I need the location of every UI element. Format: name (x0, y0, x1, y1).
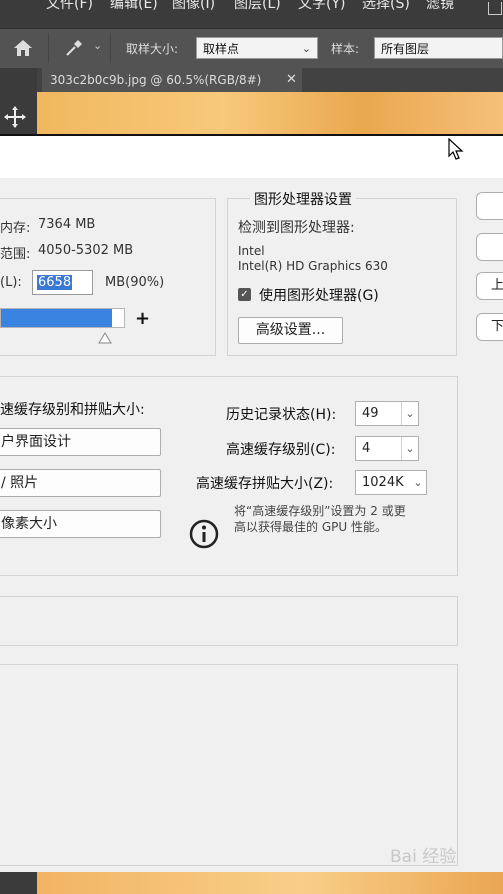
use-gpu-checkbox[interactable]: ✓ (238, 288, 251, 301)
info-icon (189, 519, 219, 549)
cache-levels-label: 高速缓存级别(C): (226, 442, 336, 458)
use-gpu-label: 使用图形处理器(G) (259, 288, 379, 304)
document-tab-label: 303c2b0c9b.jpg @ 60.5%(RGB/8#) (50, 73, 262, 87)
cache-tile-size-label: 高速缓存拼贴大小(Z): (196, 476, 334, 492)
divider (48, 33, 49, 63)
slider-thumb[interactable] (98, 332, 112, 344)
cache-preset-label: 速缓存级别和拼贴大小: (0, 402, 145, 418)
sample-select[interactable]: 所有图层 (374, 37, 503, 59)
mouse-cursor-icon (448, 138, 464, 160)
gpu-model: Intel(R) HD Graphics 630 (238, 259, 388, 273)
cache-tile-size-select[interactable]: 1024K ⌄ (355, 470, 427, 495)
watermark-logo: Bai 经验 (390, 847, 457, 867)
move-tool-icon[interactable] (4, 106, 26, 128)
ok-button[interactable] (476, 192, 503, 220)
memory-unit-label: MB(90%) (105, 275, 165, 290)
menu-layer[interactable]: 图层(L) (234, 0, 281, 13)
let-use-label: (L): (0, 275, 22, 290)
cache-levels-value: 4 (362, 441, 371, 456)
gpu-settings-title: 图形处理器设置 (250, 189, 356, 209)
chevron-down-icon[interactable]: ⌄ (93, 39, 102, 52)
advanced-settings-button[interactable]: 高级设置... (238, 317, 343, 344)
ideal-range-value: 4050-5302 MB (38, 243, 134, 258)
available-ram-label: 内存: (0, 221, 31, 236)
memory-slider-fill (1, 309, 112, 327)
history-states-select[interactable]: 49 ⌄ (355, 401, 419, 426)
preset-pixel-size-button[interactable]: 像素大小 (0, 510, 161, 538)
sample-size-value: 取样点 (203, 42, 240, 56)
dialog-title-bar (0, 136, 503, 178)
menu-filter[interactable]: 滤镜 (426, 0, 454, 13)
history-states-value: 49 (362, 406, 379, 421)
sample-value: 所有图层 (381, 42, 430, 56)
ideal-range-label: 范围: (0, 247, 31, 262)
sample-size-select[interactable]: 取样点 ⌄ (196, 37, 318, 59)
gpu-detected-label: 检测到图形处理器: (238, 220, 355, 236)
menu-edit[interactable]: 编辑(E) (110, 0, 158, 13)
cache-levels-select[interactable]: 4 ⌄ (355, 436, 419, 461)
menu-bar: 文件(F) 编辑(E) 图像(I) 图层(L) 文字(Y) 选择(S) 滤镜 (0, 0, 503, 28)
cache-info-line1: 将“高速缓存级别”设置为 2 或更 (234, 504, 406, 518)
cache-info-line2: 高以获得最佳的 GPU 性能。 (234, 520, 387, 534)
sample-size-label: 取样大小: (126, 42, 179, 56)
divider (110, 33, 111, 63)
menu-file[interactable]: 文件(F) (46, 0, 93, 13)
history-states-label: 历史记录状态(H): (226, 407, 337, 423)
gpu-vendor: Intel (238, 244, 265, 258)
toolbar (0, 68, 37, 134)
memory-amount-input[interactable]: 6658 (32, 270, 93, 295)
next-button[interactable]: 下 (476, 313, 503, 341)
memory-slider-track[interactable] (0, 308, 125, 328)
scratch-disks-group (0, 664, 458, 866)
canvas-image (37, 92, 503, 134)
menu-select[interactable]: 选择(S) (362, 0, 410, 13)
document-tab[interactable]: 303c2b0c9b.jpg @ 60.5%(RGB/8#) ✕ (42, 68, 302, 92)
menu-type[interactable]: 文字(Y) (298, 0, 345, 13)
prev-button[interactable]: 上 (476, 272, 503, 300)
options-bar: ⌄ 取样大小: 取样点 ⌄ 样本: 所有图层 (0, 28, 503, 69)
close-icon[interactable]: ✕ (286, 68, 297, 92)
preset-photo-button[interactable]: / 照片 (0, 469, 161, 497)
plus-icon[interactable]: + (135, 308, 150, 329)
chevron-down-icon: ⌄ (401, 437, 418, 460)
canvas-image-bottom (0, 872, 503, 894)
menu-image[interactable]: 图像(I) (172, 0, 215, 13)
cache-tile-size-value: 1024K (362, 475, 404, 490)
memory-amount-value: 6658 (37, 275, 73, 290)
chevron-down-icon: ⌄ (413, 476, 423, 489)
menu-overflow-icon[interactable] (488, 2, 502, 15)
chevron-down-icon: ⌄ (401, 402, 418, 425)
description-group (0, 596, 458, 646)
cancel-button[interactable] (476, 233, 503, 261)
available-ram-value: 7364 MB (38, 217, 96, 232)
sample-label: 样本: (331, 42, 360, 56)
chevron-down-icon: ⌄ (301, 42, 311, 55)
eyedropper-icon[interactable] (64, 38, 84, 58)
home-icon[interactable] (12, 39, 34, 57)
preset-web-ui-button[interactable]: 户界面设计 (0, 428, 161, 456)
